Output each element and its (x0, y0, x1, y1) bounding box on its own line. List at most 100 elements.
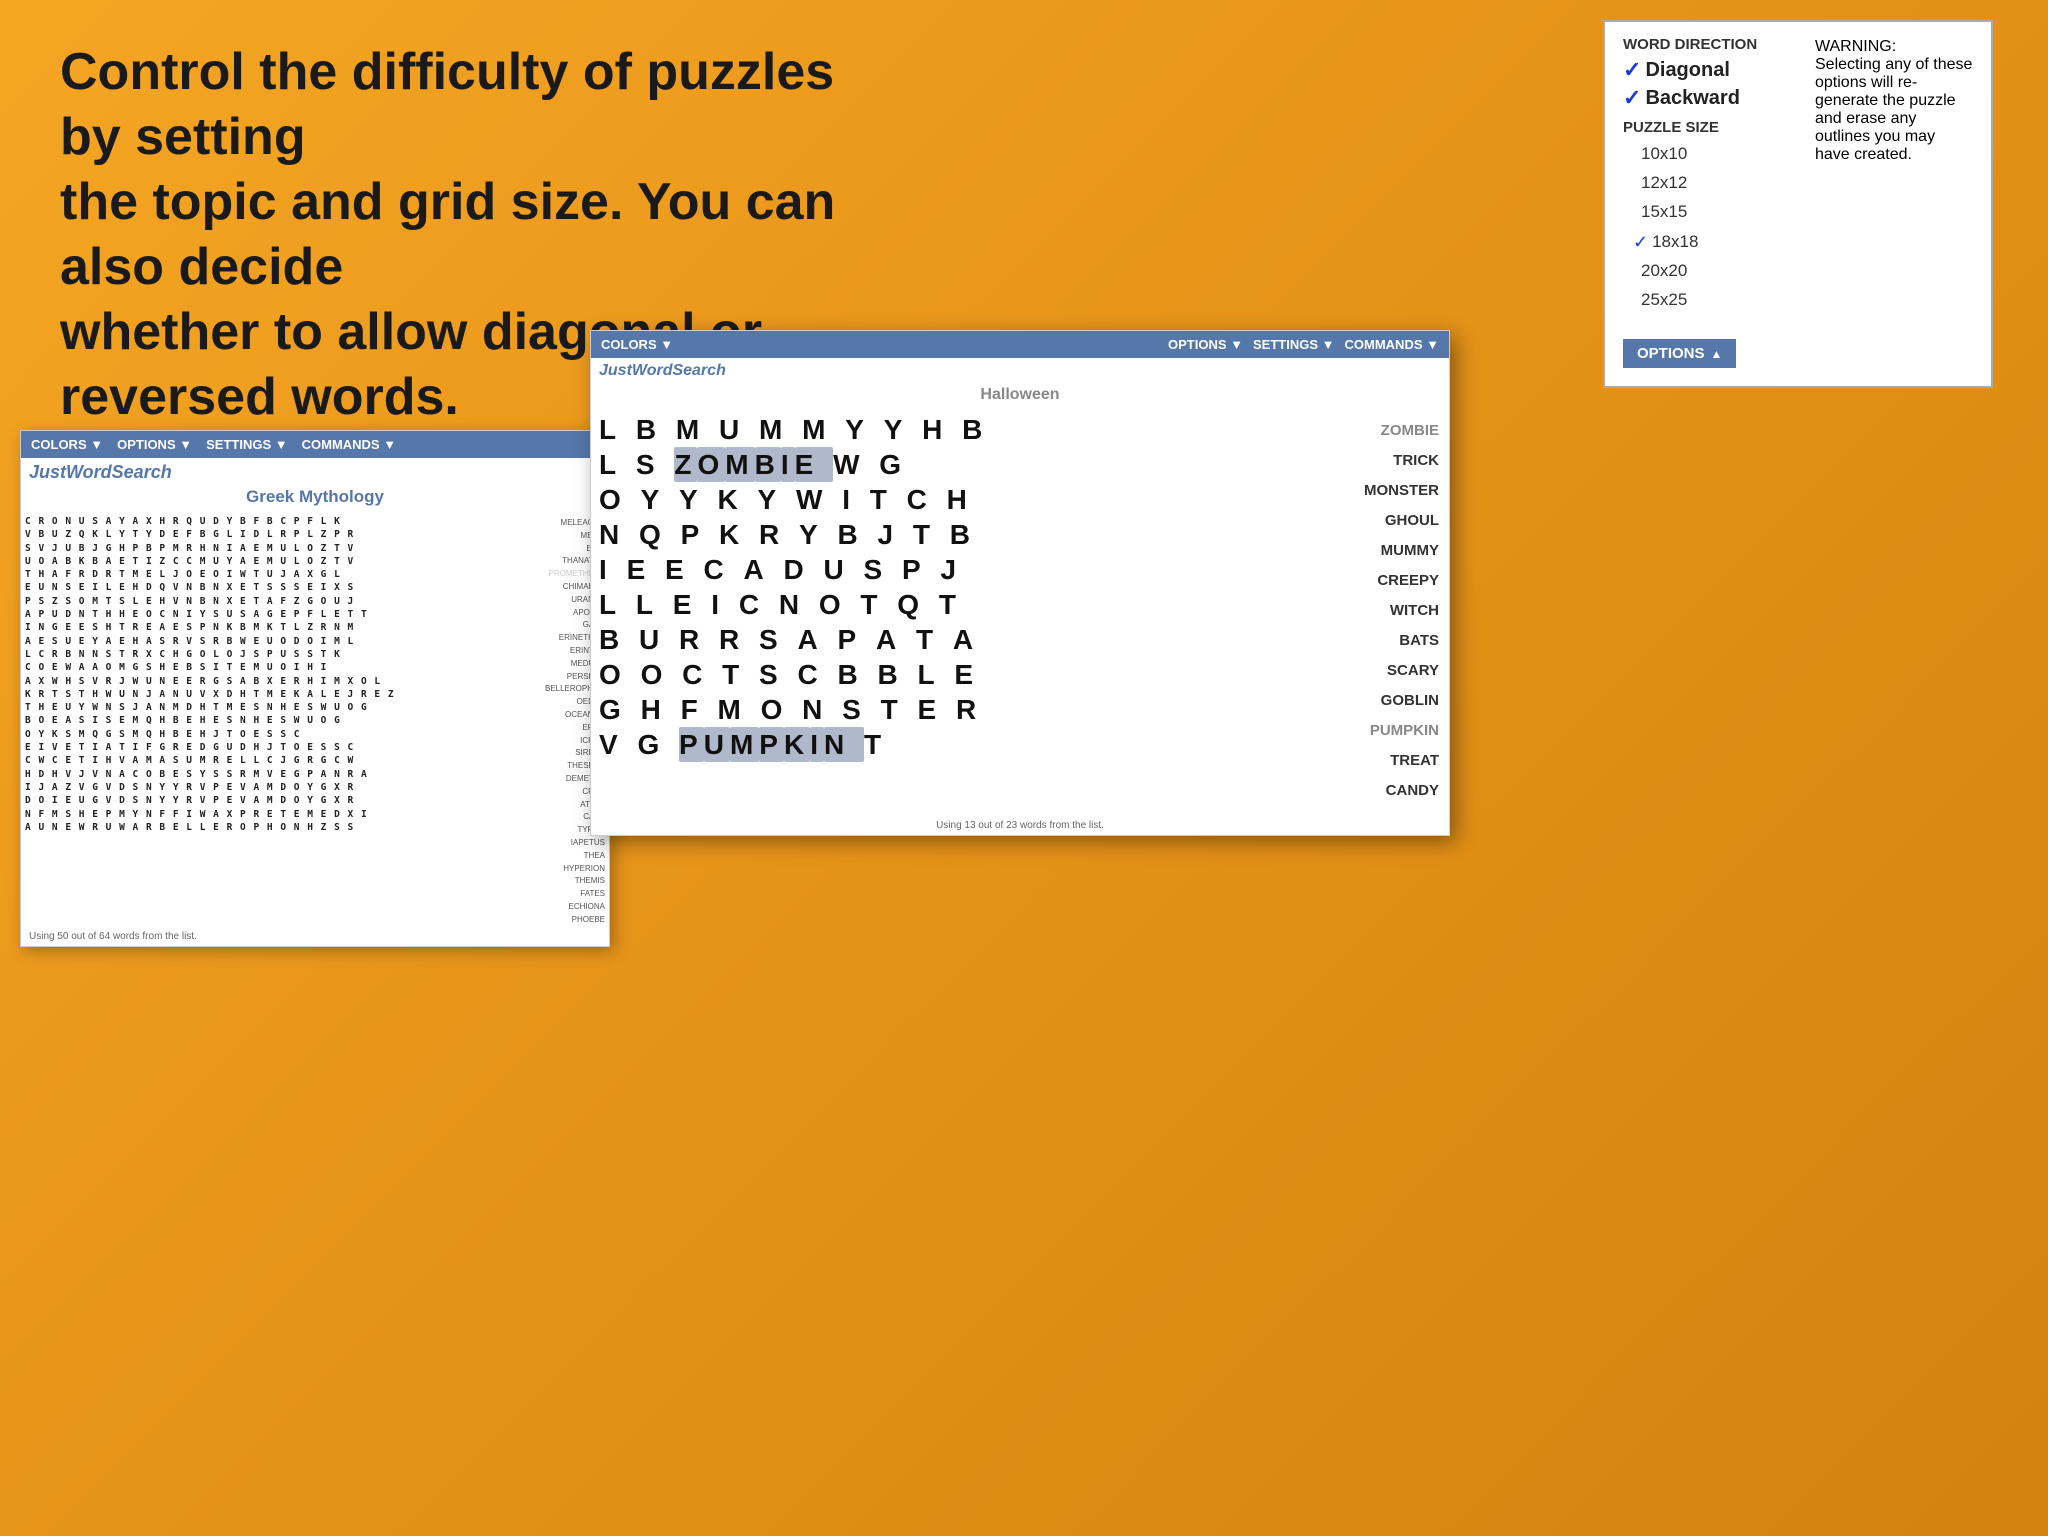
cell: G (599, 692, 641, 727)
word-witch: WITCH (1299, 596, 1439, 626)
grid-row-7: O O C T S C B B L E (599, 657, 1281, 692)
options-button[interactable]: OPTIONS ▲ (1623, 339, 1736, 368)
grid-row: C W C E T I H V A M A S U M R E L L C J … (25, 754, 530, 767)
cell: Y (799, 517, 837, 552)
diagonal-label: Diagonal (1645, 59, 1729, 82)
size-25x25[interactable]: 25x25 (1623, 286, 1803, 315)
size-12x12[interactable]: 12x12 (1623, 169, 1803, 198)
cell: K (719, 517, 759, 552)
tab-colors-right[interactable]: COLORS ▼ (601, 337, 673, 352)
size-18x18[interactable]: ✓ 18x18 (1623, 227, 1803, 258)
grid-row: C R O N U S A Y A X H R Q U D Y B F B C … (25, 515, 530, 528)
word-pumpkin: PUMPKIN (1299, 716, 1439, 746)
word-direction-label: WORD DIRECTION (1623, 36, 1803, 53)
word-ghoul: GHOUL (1299, 506, 1439, 536)
cell: Y (679, 482, 717, 517)
grid-row: D O I E U G V D S N Y Y R V P E V A M D … (25, 794, 530, 807)
backward-check: ✓ (1623, 85, 1641, 111)
cell-highlighted: U (704, 727, 730, 762)
word-item: FATES (534, 888, 605, 901)
word-trick: TRICK (1299, 446, 1439, 476)
cell: I (599, 552, 627, 587)
grid-row: K R T S T H W U N J A N U V X D H T M E … (25, 688, 530, 701)
colors-arrow-icon-right: ▼ (660, 337, 673, 352)
cell: L (599, 447, 636, 482)
cell: A (953, 622, 979, 657)
tab-settings-left[interactable]: SETTINGS ▼ (206, 437, 288, 452)
size-10x10[interactable]: 10x10 (1623, 140, 1803, 169)
cell-highlighted: N (824, 727, 864, 762)
grid-row: O Y K S M Q G S M Q H B E H J T O E S S … (25, 728, 530, 741)
cell-highlighted: B (755, 447, 781, 482)
tab-colors-left[interactable]: COLORS ▼ (31, 437, 103, 452)
cell: C (797, 657, 837, 692)
tab-options-left[interactable]: OPTIONS ▼ (117, 437, 192, 452)
settings-arrow-right: ▼ (1322, 337, 1335, 352)
cell: R (956, 692, 982, 727)
grid-row: I N G E E S H T R E A E S P N K B M K T … (25, 621, 530, 634)
grid-row: H D H V J V N A C O B E S Y S S R M V E … (25, 768, 530, 781)
cell: J (878, 517, 913, 552)
colors-arrow-icon: ▼ (90, 437, 103, 452)
word-item: THEMIS (534, 875, 605, 888)
tab-commands-right[interactable]: COMMANDS ▼ (1345, 337, 1439, 352)
cell: K (718, 482, 758, 517)
halloween-grid-area: L B M U M M Y Y H B L S ZOMBIE W G O Y Y… (591, 406, 1449, 816)
size-20x20[interactable]: 20x20 (1623, 257, 1803, 286)
cell: B (877, 657, 917, 692)
cell-highlighted: I (781, 447, 795, 482)
cell: H (922, 412, 962, 447)
word-candy: CANDY (1299, 776, 1439, 806)
cell-highlighted: E (795, 447, 833, 482)
warning-title: WARNING: (1815, 38, 1973, 56)
cell: J (940, 552, 962, 587)
cell: D (784, 552, 824, 587)
size-15x15[interactable]: 15x15 (1623, 198, 1803, 227)
options-arrow-icon: ▲ (1711, 347, 1723, 361)
options-arrow-right: ▼ (1230, 337, 1243, 352)
cell: L (599, 412, 636, 447)
cell: G (879, 447, 907, 482)
cell: C (739, 587, 779, 622)
cell: B (962, 412, 988, 447)
diagonal-option[interactable]: ✓ Diagonal (1623, 57, 1803, 83)
cell: S (864, 552, 902, 587)
cell: L (636, 587, 673, 622)
cell: N (802, 692, 842, 727)
cell: B (636, 412, 676, 447)
cell: W (833, 447, 879, 482)
cell-highlighted: M (725, 447, 754, 482)
cell: C (704, 552, 744, 587)
cell: L (917, 657, 954, 692)
tab-commands-left[interactable]: COMMANDS ▼ (302, 437, 396, 452)
logo-left: JustWordSearch (29, 462, 172, 482)
grid-row: S V J U B J G H P B P M R H N I A E M U … (25, 542, 530, 555)
diagonal-check: ✓ (1623, 57, 1641, 83)
word-mummy: MUMMY (1299, 536, 1439, 566)
grid-row: I J A Z V G V D S N Y Y R V P E V A M D … (25, 781, 530, 794)
cell: T (870, 482, 907, 517)
cell: I (842, 482, 870, 517)
tab-settings-right[interactable]: SETTINGS ▼ (1253, 337, 1335, 352)
puzzle-size-label: PUZZLE SIZE (1623, 119, 1803, 136)
tab-options-right[interactable]: OPTIONS ▼ (1168, 337, 1243, 352)
cell: C (907, 482, 947, 517)
cell: F (681, 692, 718, 727)
grid-row-3: N Q P K R Y B J T B (599, 517, 1281, 552)
cell: T (916, 622, 953, 657)
grid-row-8: G H F M O N S T E R (599, 692, 1281, 727)
cell: O (761, 692, 803, 727)
grid-row-4: I E E C A D U S P J (599, 552, 1281, 587)
word-bats: BATS (1299, 626, 1439, 656)
cell: B (838, 517, 878, 552)
cell: C (682, 657, 722, 692)
grid-row-6: B U R R S A P A T A (599, 622, 1281, 657)
cell: H (641, 692, 681, 727)
cell: P (681, 517, 719, 552)
cell: A (797, 622, 837, 657)
grid-row: A X W H S V R J W U N E E R G S A B X E … (25, 675, 530, 688)
backward-option[interactable]: ✓ Backward (1623, 85, 1803, 111)
halloween-title: Halloween (591, 380, 1449, 406)
cell: B (599, 622, 639, 657)
word-creepy: CREEPY (1299, 566, 1439, 596)
